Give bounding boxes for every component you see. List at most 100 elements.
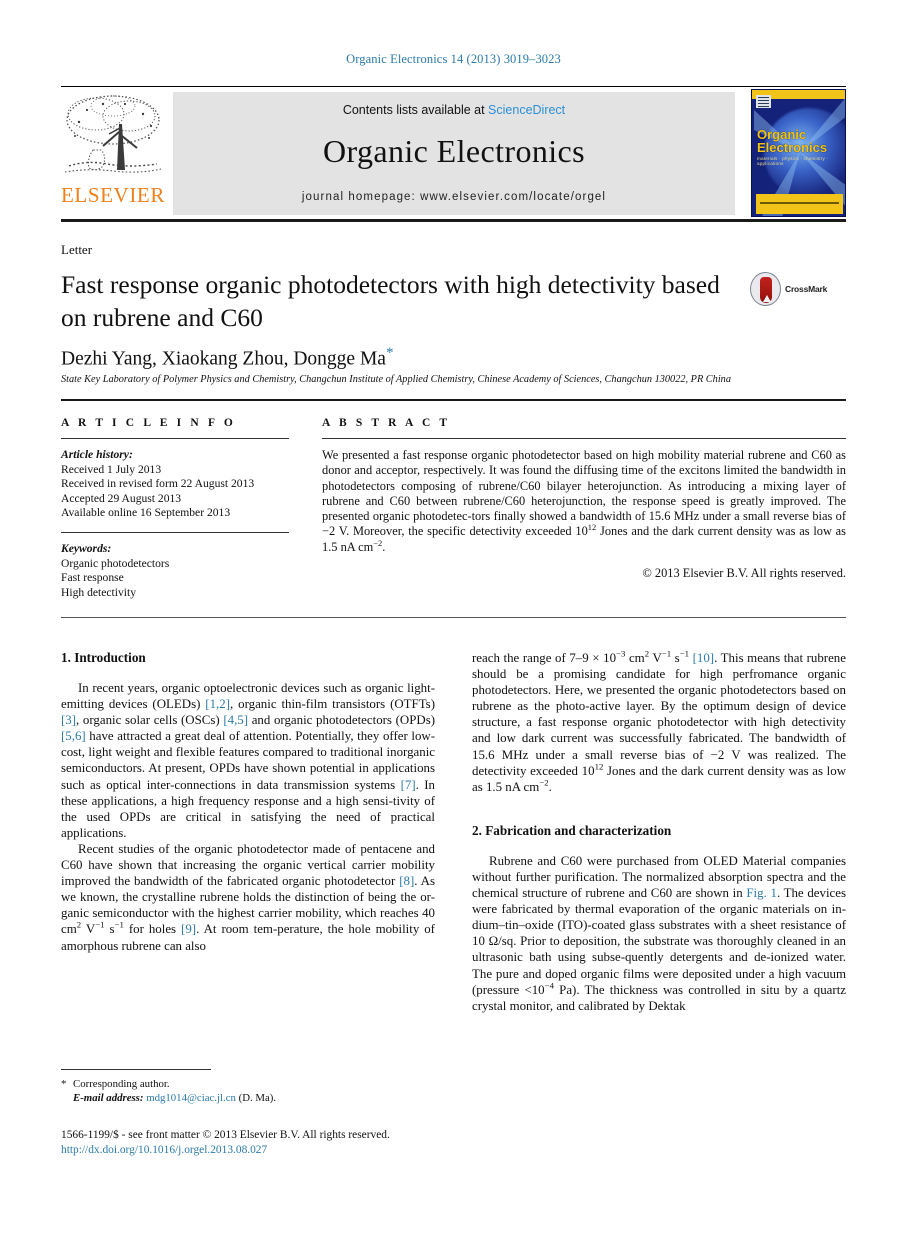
info-band-rule-top [61, 399, 846, 401]
email-note: E-mail address: mdg1014@ciac.jl.cn (D. M… [61, 1091, 435, 1105]
article-info-column: A R T I C L E I N F O Article history: R… [61, 417, 289, 600]
journal-homepage[interactable]: journal homepage: www.elsevier.com/locat… [173, 170, 735, 203]
cover-subtitle: materials · physics · chemistry · applic… [757, 156, 829, 166]
email-address-label: E-mail address: [73, 1092, 144, 1104]
fabrication-paragraph-1: Rubrene and C60 were purchased from OLED… [472, 853, 846, 1014]
intro-p3-b: cm [625, 651, 645, 665]
journal-name: Organic Electronics [322, 133, 586, 169]
intro-p3-d: s [671, 651, 680, 665]
paper-page: Organic Electronics 14 (2013) 3019–3023 [0, 0, 907, 1238]
abstract-text: We presented a fast response organic pho… [322, 448, 846, 555]
keywords-label: Keywords: [61, 541, 112, 555]
running-head: Organic Electronics 14 (2013) 3019–3023 [346, 52, 561, 66]
sup-s-inv: −1 [679, 648, 690, 659]
intro-p2-d: s [104, 922, 115, 937]
cover-title: Organic Electronics [757, 127, 828, 155]
crossmark-badge-group[interactable]: CrossMark [750, 272, 845, 306]
citation-ref[interactable]: [7] [401, 778, 416, 792]
author-names: Dezhi Yang, Xiaokang Zhou, Dongge Ma [61, 348, 386, 370]
issn-copyright-line: 1566-1199/$ - see front matter © 2013 El… [61, 1129, 390, 1141]
contents-prefix: Contents lists available at [342, 103, 489, 117]
keywords-block: Keywords: Organic photodetectors Fast re… [61, 542, 289, 600]
history-item: Available online 16 September 2013 [61, 506, 231, 520]
article-history-label: Article history: [61, 448, 133, 461]
footnote-block: * Corresponding author. E-mail address: m… [61, 1077, 435, 1105]
history-item: Received in revised form 22 August 2013 [61, 477, 255, 491]
citation-ref[interactable]: [3] [61, 713, 76, 727]
elsevier-logo: ELSEVIER [61, 92, 165, 215]
masthead-rule-bottom [61, 219, 846, 222]
abstract-column: A B S T R A C T We presented a fast resp… [322, 417, 846, 581]
keyword-item: Organic photodetectors [61, 556, 170, 570]
sup-v-inv: −1 [661, 648, 672, 659]
info-band-rule-bottom [61, 617, 846, 618]
article-info-divider [61, 531, 289, 533]
crossmark-icon-arrow [762, 295, 771, 302]
article-info-heading: A R T I C L E I N F O [61, 417, 236, 429]
body-column-left: 1. Introduction In recent years, organic… [61, 650, 435, 954]
page-title: Fast response organic photodetectors wit… [61, 270, 720, 332]
article-history-block: Article history: Received 1 July 2013 Re… [61, 448, 289, 521]
email-owner: (D. Ma). [238, 1092, 277, 1104]
footnote-rule [61, 1069, 211, 1070]
footnote-star: * [61, 1078, 67, 1090]
intro-p1-b: , organic thin-film transistors (OTFTs) [230, 697, 435, 712]
abstract-exponent-12: 12 [587, 522, 597, 533]
sup-exp-12: 12 [594, 761, 604, 772]
keyword-item: High detectivity [61, 585, 137, 599]
citation-ref[interactable]: [1,2] [205, 697, 230, 711]
abstract-heading: A B S T R A C T [322, 417, 451, 429]
sup-v-inv: −1 [95, 920, 105, 931]
corresponding-author-text: Corresponding author. [73, 1078, 170, 1090]
keyword-item: Fast response [61, 571, 124, 585]
article-type-label: Letter [61, 242, 93, 257]
intro-p1-e: have attracted a great deal of attention… [61, 729, 435, 792]
elsevier-wordmark: ELSEVIER [61, 183, 165, 207]
doi-link[interactable]: http://dx.doi.org/10.1016/j.orgel.2013.0… [61, 1143, 441, 1158]
body-column-right: reach the range of 7–9 × 10−3 cm2 V−1 s−… [472, 648, 846, 1014]
intro-p3-a: reach the range of 7–9 × 10 [472, 651, 617, 665]
section-heading-introduction: 1. Introduction [61, 650, 146, 665]
citation-ref[interactable]: [9] [181, 922, 196, 936]
intro-p3-c: V [649, 651, 662, 665]
intro-paragraph-3: reach the range of 7–9 × 10−3 cm2 V−1 s−… [472, 648, 846, 795]
journal-masthead: ELSEVIER Contents lists available at Sci… [61, 86, 846, 222]
email-address-link[interactable]: mdg1014@ciac.jl.cn [146, 1092, 236, 1104]
sup-exp-neg3: −3 [616, 648, 626, 659]
intro-p3-h: . [548, 779, 552, 794]
figure-link-fig1[interactable]: Fig. 1 [746, 886, 777, 900]
intro-p2-e: for holes [123, 922, 182, 937]
corresponding-author-note: * Corresponding author. [61, 1077, 435, 1091]
citation-ref[interactable]: [10] [693, 651, 714, 665]
abstract-rule [322, 438, 846, 439]
masthead-center: Contents lists available at ScienceDirec… [173, 92, 735, 215]
abstract-exponent-m2: −2 [373, 537, 383, 548]
intro-paragraph-1: In recent years, organic optoelectronic … [61, 680, 435, 841]
masthead-rule-top [61, 86, 846, 87]
journal-cover-thumbnail: Organic Electronics materials · physics … [751, 89, 846, 217]
fab-p1-b: . The devices were fabricated by thermal… [472, 886, 846, 997]
sup-exp-neg4: −4 [544, 980, 554, 991]
crossmark-label: CrossMark [785, 284, 828, 294]
history-item: Received 1 July 2013 [61, 462, 162, 476]
cover-elsevier-mark [756, 95, 771, 108]
crossmark-icon [750, 272, 781, 306]
affiliation: State Key Laboratory of Polymer Physics … [61, 374, 731, 385]
section-heading-fabrication: 2. Fabrication and characterization [472, 822, 672, 838]
citation-ref[interactable]: [4,5] [223, 713, 248, 727]
cover-bottom-band [756, 194, 843, 214]
sup-s-inv: −1 [114, 920, 124, 931]
article-info-rule [61, 438, 289, 439]
contents-available-line: Contents lists available at ScienceDirec… [173, 92, 735, 117]
author-list: Dezhi Yang, Xiaokang Zhou, Dongge Ma* [61, 345, 393, 371]
sciencedirect-link[interactable]: ScienceDirect [488, 103, 565, 117]
sup-exp-neg2: −2 [539, 777, 549, 788]
intro-p1-d: and organic photodetectors (OPDs) [248, 713, 435, 728]
abstract-part-3: . [382, 539, 386, 554]
corresponding-author-marker: * [385, 345, 394, 361]
intro-p2-a: Recent studies of the organic photodetec… [61, 841, 435, 889]
citation-ref[interactable]: [8] [399, 874, 414, 888]
elsevier-tree-icon [64, 95, 162, 173]
citation-ref[interactable]: [5,6] [61, 729, 86, 743]
abstract-copyright: © 2013 Elsevier B.V. All rights reserved… [642, 566, 846, 581]
